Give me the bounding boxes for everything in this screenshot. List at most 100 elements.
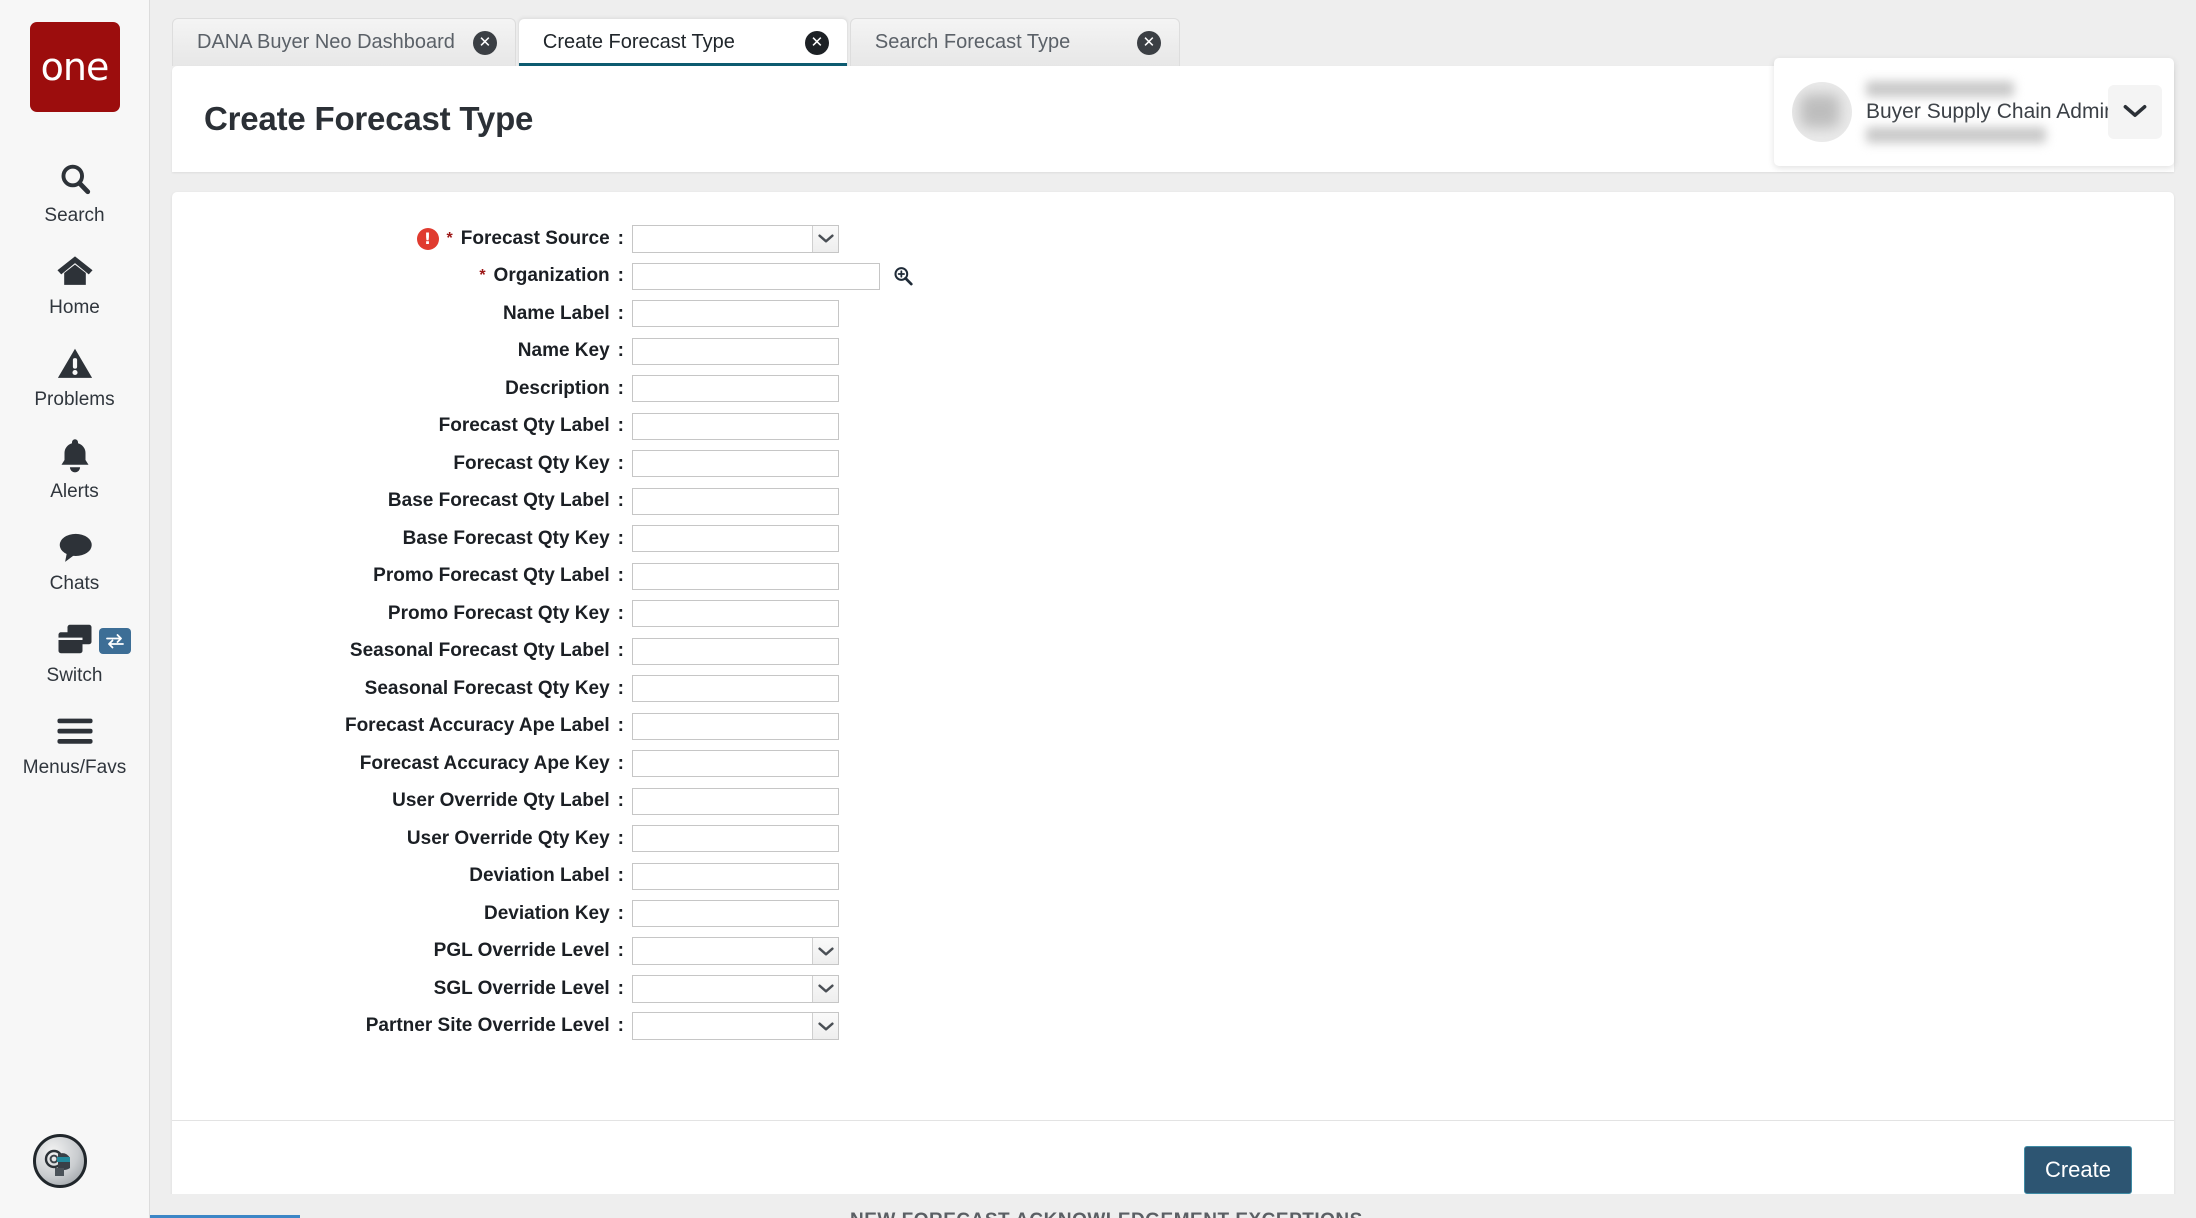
sidebar-item-search[interactable]: Search: [0, 146, 149, 238]
input-base-forecast-qty-label[interactable]: [632, 488, 839, 515]
label-suffix: :: [618, 490, 624, 512]
close-circle-icon[interactable]: ✕: [805, 31, 829, 55]
input-user-override-qty-key[interactable]: [632, 825, 839, 852]
input-forecast-qty-key[interactable]: [632, 450, 839, 477]
form-control-cell: [632, 863, 839, 890]
form-control-cell: [632, 1012, 839, 1040]
form-label: Deviation Label: [469, 865, 609, 887]
create-button[interactable]: Create: [2024, 1146, 2132, 1194]
left-sidebar: one Search Home: [0, 0, 150, 1218]
input-promo-forecast-qty-label[interactable]: [632, 563, 839, 590]
label-suffix: :: [618, 828, 624, 850]
chevron-down-icon: [812, 976, 838, 1002]
label-suffix: :: [618, 565, 624, 587]
select-pgl-override-level[interactable]: [632, 937, 839, 965]
input-forecast-accuracy-ape-key[interactable]: [632, 750, 839, 777]
form-control-cell: [632, 263, 916, 290]
label-suffix: :: [618, 603, 624, 625]
input-promo-forecast-qty-key[interactable]: [632, 600, 839, 627]
form-label: SGL Override Level: [434, 978, 610, 1000]
form-control-cell: [632, 450, 839, 477]
select-forecast-source[interactable]: [632, 225, 839, 253]
sidebar-item-problems[interactable]: Problems: [0, 330, 149, 422]
user-org-redacted: [1866, 127, 2046, 143]
input-description[interactable]: [632, 375, 839, 402]
form-row: Forecast Accuracy Ape Label:: [172, 708, 2174, 746]
input-name-label[interactable]: [632, 300, 839, 327]
sidebar-item-chats[interactable]: Chats: [0, 514, 149, 606]
form-row: SGL Override Level:: [172, 970, 2174, 1008]
bottom-cut-text: NEW FORECAST ACKNOWLEDGEMENT EXCEPTIONS: [850, 1210, 1363, 1218]
form-label-cell: Forecast Accuracy Ape Label:: [172, 715, 632, 737]
form-row: Seasonal Forecast Qty Label:: [172, 633, 2174, 671]
input-seasonal-forecast-qty-label[interactable]: [632, 638, 839, 665]
tab-create-forecast-type[interactable]: Create Forecast Type ✕: [518, 18, 848, 66]
sidebar-item-label: Alerts: [50, 481, 99, 503]
form-control-cell: [632, 300, 839, 327]
sidebar-item-switch[interactable]: Switch: [0, 606, 149, 698]
input-deviation-key[interactable]: [632, 900, 839, 927]
required-marker: *: [479, 267, 485, 285]
form-control-cell: [632, 638, 839, 665]
chevron-down-icon: [812, 938, 838, 964]
chat-bubble-icon: [56, 527, 94, 567]
select-value: [633, 938, 812, 964]
form-label-cell: Base Forecast Qty Label:: [172, 490, 632, 512]
user-menu-toggle[interactable]: [2108, 85, 2162, 139]
input-name-key[interactable]: [632, 338, 839, 365]
form-label: PGL Override Level: [434, 940, 610, 962]
form-label-cell: Promo Forecast Qty Label:: [172, 565, 632, 587]
magnifier-plus-icon[interactable]: [890, 263, 916, 289]
tab-dana-buyer-neo-dashboard[interactable]: DANA Buyer Neo Dashboard ✕: [172, 18, 516, 66]
form-row: Description:: [172, 370, 2174, 408]
swap-arrows-icon[interactable]: [99, 628, 131, 654]
label-suffix: :: [618, 978, 624, 1000]
form-label-cell: Name Label:: [172, 303, 632, 325]
input-forecast-accuracy-ape-label[interactable]: [632, 713, 839, 740]
label-suffix: :: [618, 453, 624, 475]
chevron-down-icon: [812, 1013, 838, 1039]
form-label-cell: Name Key:: [172, 340, 632, 362]
form-row: Forecast Qty Key:: [172, 445, 2174, 483]
form-label-cell: Forecast Accuracy Ape Key:: [172, 753, 632, 775]
form-row: User Override Qty Label:: [172, 783, 2174, 821]
user-avatar: [1792, 82, 1852, 142]
sidebar-item-menus-favs[interactable]: Menus/Favs: [0, 698, 149, 790]
form-label: Promo Forecast Qty Key: [388, 603, 610, 625]
form-label-cell: Forecast Qty Label:: [172, 415, 632, 437]
form-control-cell: [632, 937, 839, 965]
ai-assistant-avatar[interactable]: [33, 1134, 87, 1188]
form-row: PGL Override Level:: [172, 933, 2174, 971]
sidebar-item-alerts[interactable]: Alerts: [0, 422, 149, 514]
close-circle-icon[interactable]: ✕: [473, 31, 497, 55]
main-region: DANA Buyer Neo Dashboard ✕ Create Foreca…: [150, 0, 2196, 1218]
form-card: !* Forecast Source:* Organization:Name L…: [172, 192, 2174, 1218]
input-base-forecast-qty-key[interactable]: [632, 525, 839, 552]
input-forecast-qty-label[interactable]: [632, 413, 839, 440]
required-marker: *: [447, 230, 453, 248]
form-label-cell: SGL Override Level:: [172, 978, 632, 1000]
input-seasonal-forecast-qty-key[interactable]: [632, 675, 839, 702]
close-circle-icon[interactable]: ✕: [1137, 31, 1161, 55]
sidebar-item-label: Search: [44, 205, 104, 227]
form-label-cell: Deviation Label:: [172, 865, 632, 887]
tab-label: DANA Buyer Neo Dashboard: [197, 31, 455, 54]
input-organization[interactable]: [632, 263, 880, 290]
form-label: Seasonal Forecast Qty Label: [350, 640, 610, 662]
form-label: Deviation Key: [484, 903, 610, 925]
sidebar-item-home[interactable]: Home: [0, 238, 149, 330]
form-control-cell: [632, 713, 839, 740]
label-suffix: :: [618, 228, 624, 250]
user-profile-panel[interactable]: Buyer Supply Chain Admin: [1774, 58, 2174, 166]
form-label: Organization: [494, 265, 610, 287]
input-deviation-label[interactable]: [632, 863, 839, 890]
tab-search-forecast-type[interactable]: Search Forecast Type ✕: [850, 18, 1180, 66]
select-partner-site-override-level[interactable]: [632, 1012, 839, 1040]
form-label-cell: Deviation Key:: [172, 903, 632, 925]
form-label: Description: [505, 378, 610, 400]
tab-strip: DANA Buyer Neo Dashboard ✕ Create Foreca…: [150, 0, 2196, 66]
input-user-override-qty-label[interactable]: [632, 788, 839, 815]
brand-logo[interactable]: one: [30, 22, 120, 112]
form-label-cell: PGL Override Level:: [172, 940, 632, 962]
select-sgl-override-level[interactable]: [632, 975, 839, 1003]
